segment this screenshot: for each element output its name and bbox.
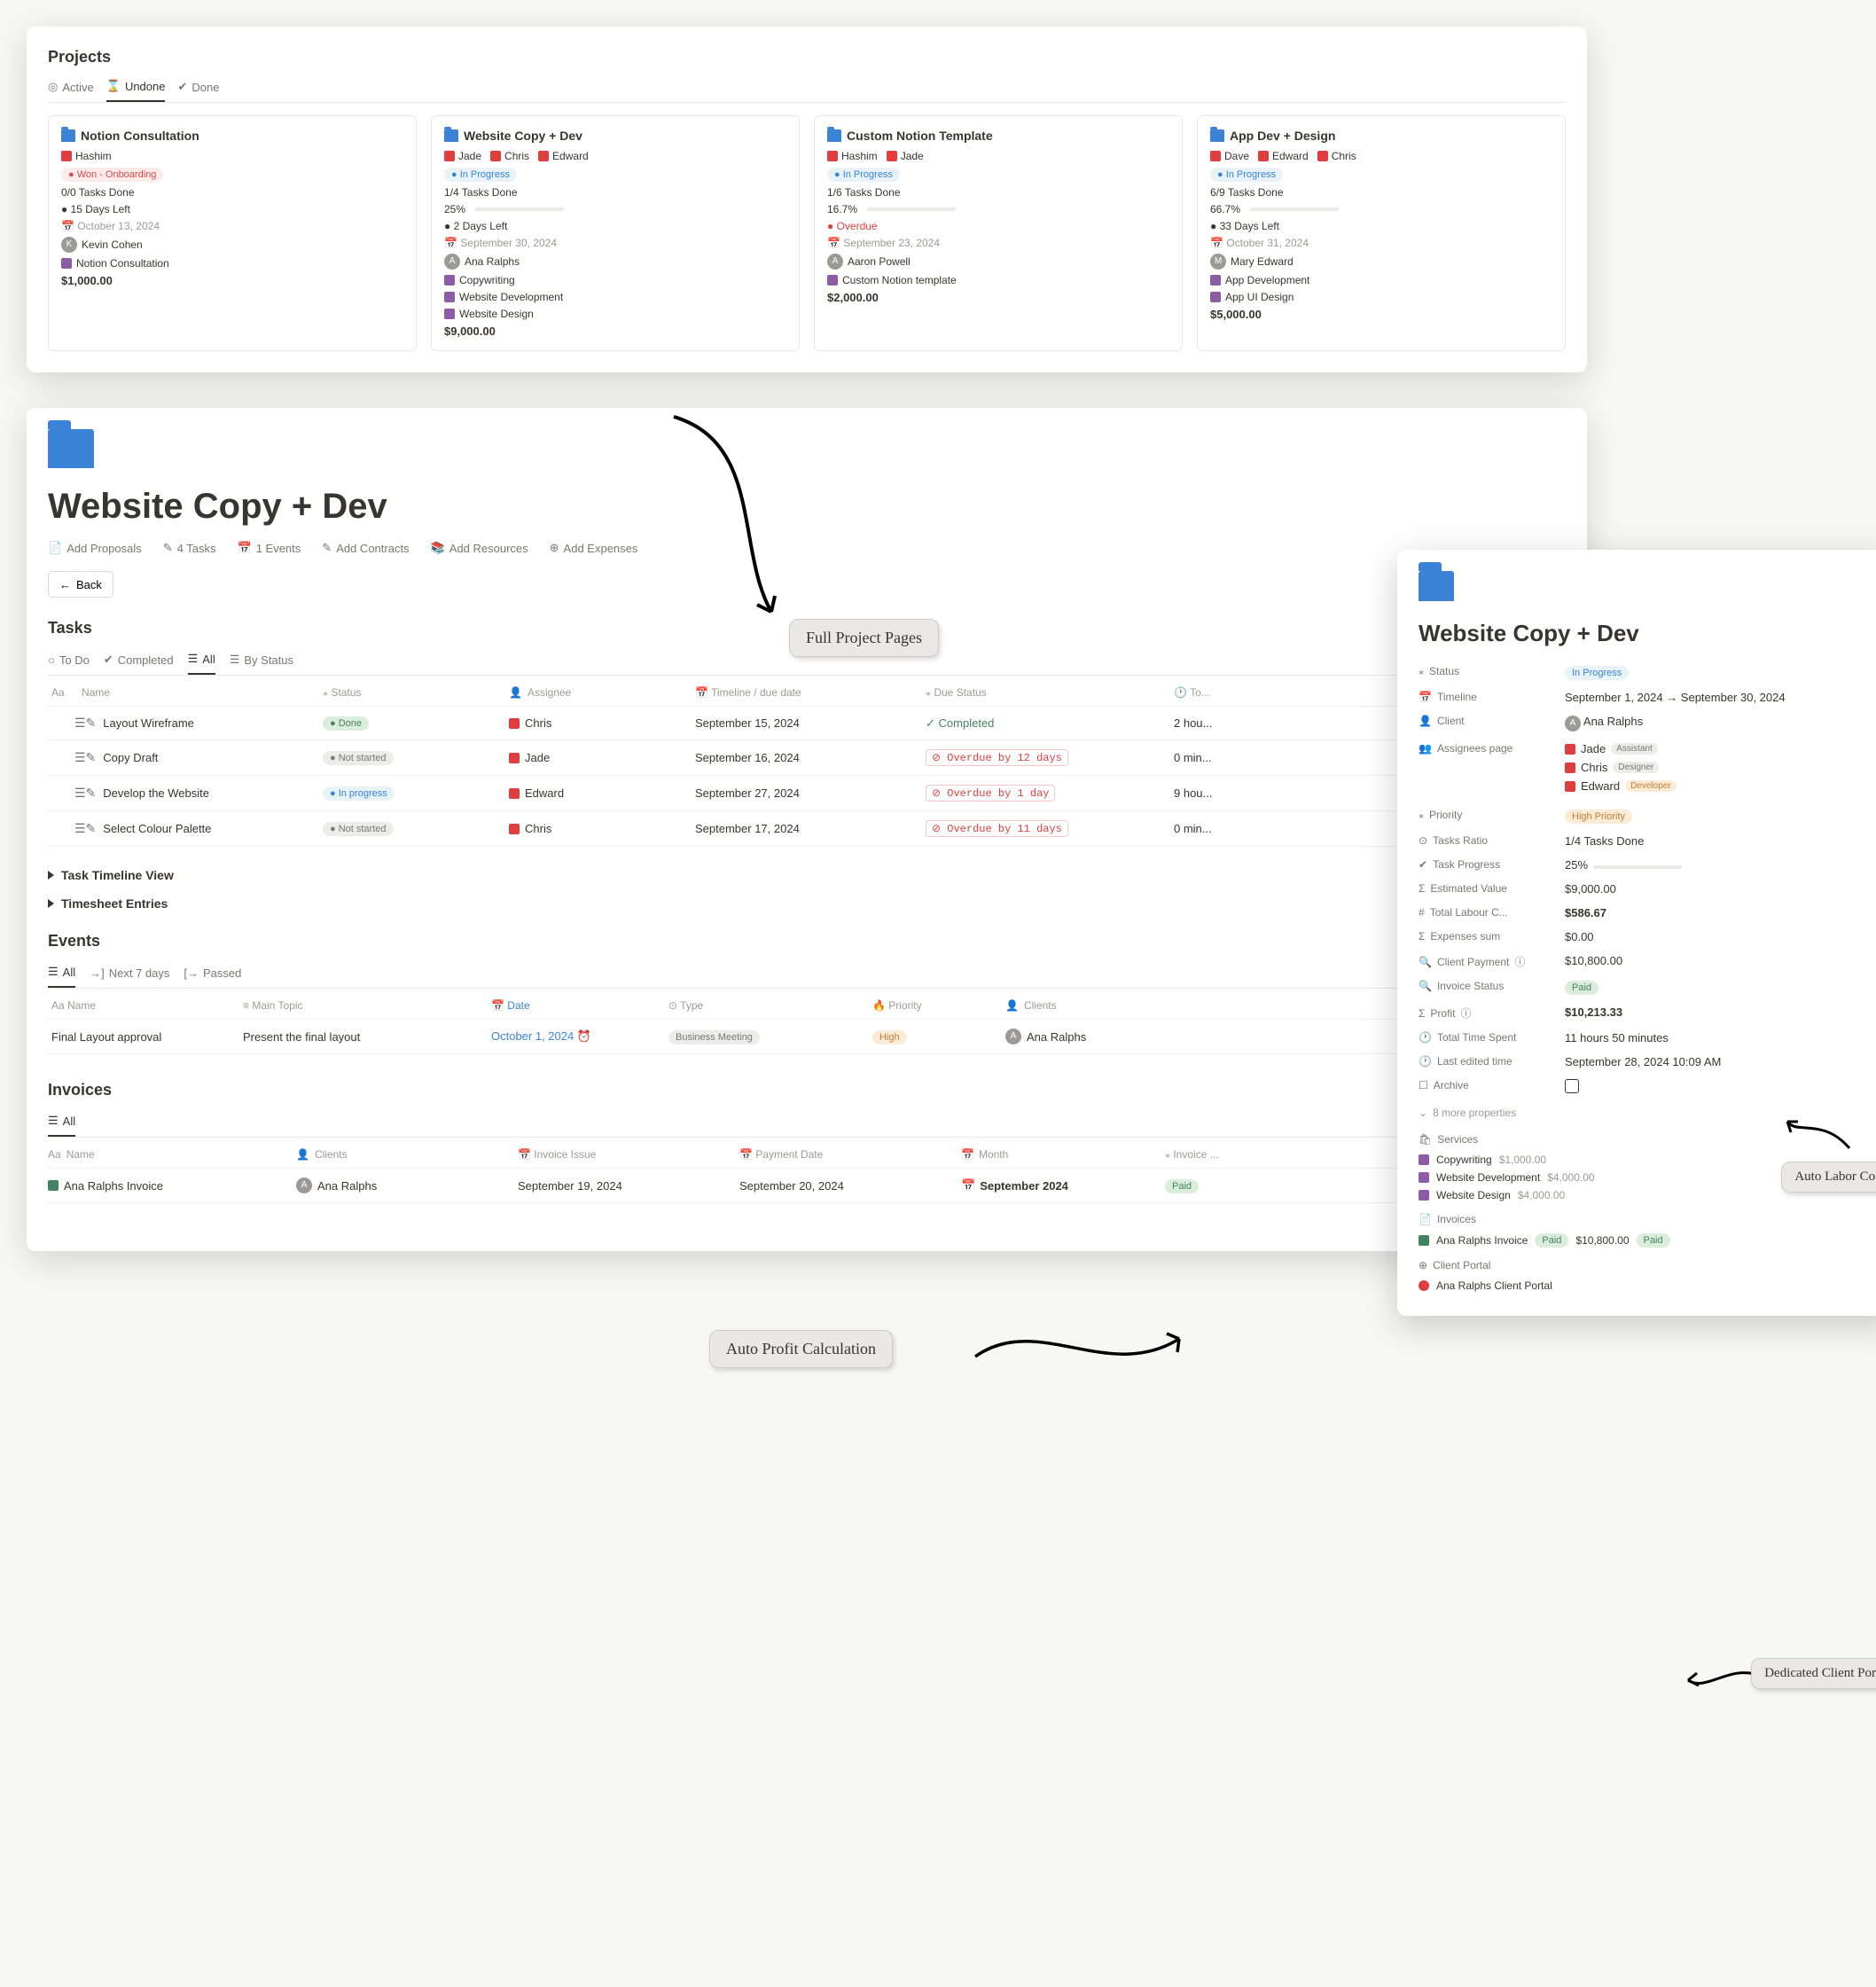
avatar: A bbox=[1565, 716, 1581, 731]
events-tab-passed[interactable]: [→ Passed bbox=[184, 959, 241, 988]
tab-todo[interactable]: ○ To Do bbox=[48, 646, 90, 675]
tab-completed[interactable]: ✔ Completed bbox=[104, 646, 174, 675]
side-title: Website Copy + Dev bbox=[1419, 620, 1872, 647]
checkbox[interactable] bbox=[1565, 1079, 1579, 1093]
avatar: A bbox=[1005, 1029, 1021, 1044]
prop-assignees[interactable]: 👥 Assignees pageJadeAssistantChrisDesign… bbox=[1419, 737, 1872, 803]
add-contracts[interactable]: ✎ Add Contracts bbox=[322, 541, 409, 555]
prop-timeline[interactable]: 📅 TimelineSeptember 1, 2024 → September … bbox=[1419, 685, 1872, 709]
assignee-item[interactable]: JadeAssistant bbox=[1565, 742, 1872, 755]
toggle-timesheet[interactable]: Timesheet Entries bbox=[48, 889, 1566, 918]
project-card[interactable]: Custom Notion Template HashimJade ● In P… bbox=[814, 115, 1183, 351]
projects-panel: Projects ◎Active ⌛Undone ✔Done Notion Co… bbox=[27, 27, 1587, 372]
prop-client[interactable]: 👤 ClientA Ana Ralphs bbox=[1419, 709, 1872, 737]
invoice-tabs: ☰ All bbox=[48, 1108, 1566, 1138]
invoices-title: Invoices bbox=[48, 1081, 1566, 1099]
prop-profit[interactable]: Σ Profit ⓘ$10,213.33 bbox=[1419, 1000, 1872, 1026]
assignee-item[interactable]: ChrisDesigner bbox=[1565, 761, 1872, 774]
events-count[interactable]: 📅 1 Events bbox=[238, 541, 301, 555]
task-row[interactable]: ☰✎ Layout Wireframe ● Done Chris Septemb… bbox=[48, 707, 1566, 740]
folder-icon bbox=[1419, 571, 1454, 601]
caret-icon bbox=[48, 871, 54, 880]
check-icon: ✔ bbox=[177, 80, 187, 94]
invoice-headers: Aa Name 👤 Clients 📅 Invoice Issue 📅 Paym… bbox=[48, 1141, 1566, 1169]
events-tab-next7[interactable]: →] Next 7 days bbox=[90, 959, 169, 988]
event-row[interactable]: Final Layout approval Present the final … bbox=[48, 1020, 1566, 1054]
task-headers: Aa Name ⁎ Status 👤 Assignee 📅 Timeline /… bbox=[48, 679, 1566, 707]
side-portal[interactable]: Ana Ralphs Client Portal bbox=[1419, 1277, 1872, 1295]
projects-title: Projects bbox=[48, 48, 1566, 66]
tab-done[interactable]: ✔Done bbox=[177, 75, 219, 102]
prop-payment[interactable]: 🔍 Client Payment ⓘ$10,800.00 bbox=[1419, 949, 1872, 974]
prop-archive[interactable]: ☐ Archive bbox=[1419, 1074, 1872, 1101]
projects-tabs: ◎Active ⌛Undone ✔Done bbox=[48, 75, 1566, 103]
callout-full-pages: Full Project Pages bbox=[789, 619, 939, 657]
portal-label: ⊕ Client Portal bbox=[1419, 1259, 1872, 1271]
prop-priority[interactable]: ⁎ PriorityHigh Priority bbox=[1419, 803, 1872, 829]
properties-panel: Website Copy + Dev ⁎ StatusIn Progress 📅… bbox=[1397, 550, 1876, 1316]
portal-icon bbox=[1419, 1280, 1429, 1291]
caret-icon bbox=[48, 899, 54, 908]
tab-all[interactable]: ☰ All bbox=[188, 646, 215, 675]
toggle-timeline[interactable]: Task Timeline View bbox=[48, 861, 1566, 889]
arrow-icon bbox=[966, 1303, 1197, 1383]
callout-profit: Auto Profit Calculation bbox=[709, 1330, 893, 1368]
task-row[interactable]: ☰✎ Develop the Website ● In progress Edw… bbox=[48, 776, 1566, 811]
side-invoice[interactable]: Ana Ralphs Invoice Paid $10,800.00 Paid bbox=[1419, 1231, 1872, 1250]
prop-edited[interactable]: 🕐 Last edited timeSeptember 28, 2024 10:… bbox=[1419, 1050, 1872, 1074]
tab-active[interactable]: ◎Active bbox=[48, 75, 94, 102]
hourglass-icon: ⌛ bbox=[106, 79, 121, 93]
project-cards: Notion Consultation Hashim ● Won - Onboa… bbox=[48, 115, 1566, 351]
prop-time[interactable]: 🕐 Total Time Spent11 hours 50 minutes bbox=[1419, 1026, 1872, 1050]
task-row[interactable]: ☰✎ Select Colour Palette ● Not started C… bbox=[48, 811, 1566, 847]
arrow-icon bbox=[1778, 1108, 1858, 1162]
callout-labor: Auto Labor Costs bbox=[1781, 1162, 1876, 1193]
prop-estval[interactable]: Σ Estimated Value$9,000.00 bbox=[1419, 877, 1872, 901]
folder-icon bbox=[48, 429, 94, 468]
calendar-icon: 📅 bbox=[961, 1178, 975, 1193]
add-proposals[interactable]: 📄 Add Proposals bbox=[48, 541, 142, 555]
events-tab-all[interactable]: ☰ All bbox=[48, 959, 75, 988]
project-card[interactable]: Notion Consultation Hashim ● Won - Onboa… bbox=[48, 115, 417, 351]
prop-status[interactable]: ⁎ StatusIn Progress bbox=[1419, 660, 1872, 685]
prop-progress[interactable]: ✔ Task Progress25% bbox=[1419, 853, 1872, 877]
event-tabs: ☰ All →] Next 7 days [→ Passed bbox=[48, 959, 1566, 989]
invoice-icon bbox=[48, 1180, 59, 1191]
tasks-body: ☰✎ Layout Wireframe ● Done Chris Septemb… bbox=[48, 707, 1566, 847]
prop-ratio[interactable]: ⊙ Tasks Ratio1/4 Tasks Done bbox=[1419, 829, 1872, 853]
task-row[interactable]: ☰✎ Copy Draft ● Not started Jade Septemb… bbox=[48, 740, 1566, 776]
tasks-count[interactable]: ✎ 4 Tasks bbox=[163, 541, 216, 555]
target-icon: ◎ bbox=[48, 80, 58, 94]
tab-undone[interactable]: ⌛Undone bbox=[106, 75, 166, 102]
avatar: A bbox=[296, 1177, 312, 1193]
arrow-icon bbox=[656, 408, 816, 656]
project-card[interactable]: App Dev + Design DaveEdwardChris ● In Pr… bbox=[1197, 115, 1566, 351]
project-card[interactable]: Website Copy + Dev JadeChrisEdward ● In … bbox=[431, 115, 800, 351]
events-title: Events bbox=[48, 932, 1566, 950]
invoice-icon bbox=[1419, 1235, 1429, 1246]
invoice-tab-all[interactable]: ☰ All bbox=[48, 1108, 75, 1137]
tab-bystatus[interactable]: ☰ By Status bbox=[230, 646, 293, 675]
prop-expenses[interactable]: Σ Expenses sum$0.00 bbox=[1419, 925, 1872, 949]
callout-portal: Dedicated Client Portal bbox=[1751, 1658, 1876, 1689]
assignee-item[interactable]: EdwardDeveloper bbox=[1565, 779, 1872, 793]
invoices-label: 📄 Invoices bbox=[1419, 1213, 1872, 1225]
event-headers: Aa Name ≡ Main Topic 📅 Date ⊙ Type 🔥 Pri… bbox=[48, 992, 1566, 1020]
prop-invstatus[interactable]: 🔍 Invoice StatusPaid bbox=[1419, 974, 1872, 1000]
add-expenses[interactable]: ⊕ Add Expenses bbox=[550, 541, 638, 555]
prop-labour[interactable]: # Total Labour C...$586.67 bbox=[1419, 901, 1872, 925]
back-button[interactable]: ← Back bbox=[48, 571, 113, 598]
add-resources[interactable]: 📚 Add Resources bbox=[431, 541, 528, 555]
invoice-row[interactable]: Ana Ralphs Invoice AAna Ralphs September… bbox=[48, 1169, 1566, 1203]
